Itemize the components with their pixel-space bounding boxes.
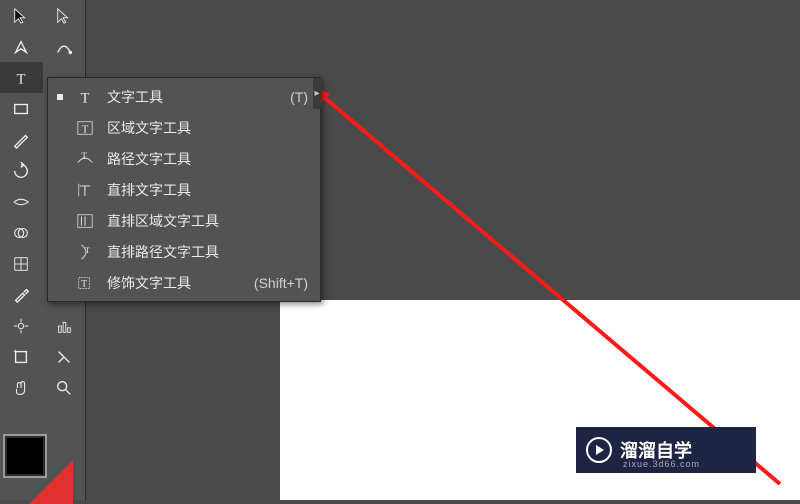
- tool-selection[interactable]: [0, 0, 43, 31]
- svg-text:丅: 丅: [79, 184, 91, 197]
- tool-artboard[interactable]: [0, 341, 43, 372]
- tool-pen[interactable]: [0, 31, 43, 62]
- tool-paintbrush[interactable]: [0, 124, 43, 155]
- svg-text:T: T: [81, 278, 87, 289]
- flyout-label: 直排文字工具: [107, 180, 308, 200]
- tool-zoom[interactable]: [43, 372, 86, 403]
- flyout-item-type[interactable]: T 文字工具 (T): [51, 81, 320, 112]
- tool-direct-selection[interactable]: [43, 0, 86, 31]
- tool-eyedropper[interactable]: [0, 279, 43, 310]
- color-swatches[interactable]: [3, 434, 77, 494]
- tool-type[interactable]: T: [0, 62, 43, 93]
- tool-symbol[interactable]: [0, 310, 43, 341]
- annotation-arrow: [312, 86, 782, 486]
- flyout-label: 文字工具: [107, 87, 290, 107]
- svg-text:T: T: [82, 123, 89, 135]
- play-icon: [586, 437, 612, 463]
- flyout-item-vertical-area-type[interactable]: 直排区域文字工具: [51, 205, 320, 236]
- flyout-item-area-type[interactable]: T 区域文字工具: [51, 112, 320, 143]
- type-tool-flyout: ▸ T 文字工具 (T) T 区域文字工具 T 路径文字工具 丅 直排文字工具 …: [47, 77, 321, 302]
- tool-width[interactable]: [0, 186, 43, 217]
- tool-rotate[interactable]: [0, 155, 43, 186]
- svg-text:T: T: [17, 71, 26, 87]
- tool-rectangle[interactable]: [0, 93, 43, 124]
- flyout-label: 路径文字工具: [107, 149, 308, 169]
- flyout-item-vertical-type[interactable]: 丅 直排文字工具: [51, 174, 320, 205]
- flyout-label: 直排区域文字工具: [107, 211, 308, 231]
- svg-text:T: T: [85, 245, 90, 254]
- vertical-type-icon: 丅: [73, 181, 97, 199]
- tool-graph[interactable]: [43, 310, 86, 341]
- tool-hand[interactable]: [0, 372, 43, 403]
- flyout-label: 修饰文字工具: [107, 273, 254, 293]
- vertical-path-type-icon: T: [73, 243, 97, 261]
- tool-slice[interactable]: [43, 341, 86, 372]
- tool-mesh[interactable]: [0, 248, 43, 279]
- tool-curvature[interactable]: [43, 31, 86, 62]
- path-type-icon: T: [73, 150, 97, 168]
- svg-text:T: T: [81, 90, 90, 106]
- tool-shape-builder[interactable]: [0, 217, 43, 248]
- flyout-label: 直排路径文字工具: [107, 242, 308, 262]
- vertical-area-type-icon: [73, 212, 97, 230]
- watermark: 溜溜自学 zixue.3d66.com: [576, 427, 756, 473]
- area-type-icon: T: [73, 119, 97, 137]
- flyout-shortcut: (Shift+T): [254, 275, 308, 291]
- flyout-item-vertical-path-type[interactable]: T 直排路径文字工具: [51, 236, 320, 267]
- touch-type-icon: T: [73, 274, 97, 292]
- flyout-label: 区域文字工具: [107, 118, 308, 138]
- flyout-shortcut: (T): [290, 89, 308, 105]
- flyout-item-touch-type[interactable]: T 修饰文字工具 (Shift+T): [51, 267, 320, 298]
- svg-text:T: T: [81, 151, 87, 161]
- watermark-sub: zixue.3d66.com: [623, 459, 700, 469]
- flyout-item-path-type[interactable]: T 路径文字工具: [51, 143, 320, 174]
- type-icon: T: [73, 88, 97, 106]
- background-swatch[interactable]: [29, 460, 73, 504]
